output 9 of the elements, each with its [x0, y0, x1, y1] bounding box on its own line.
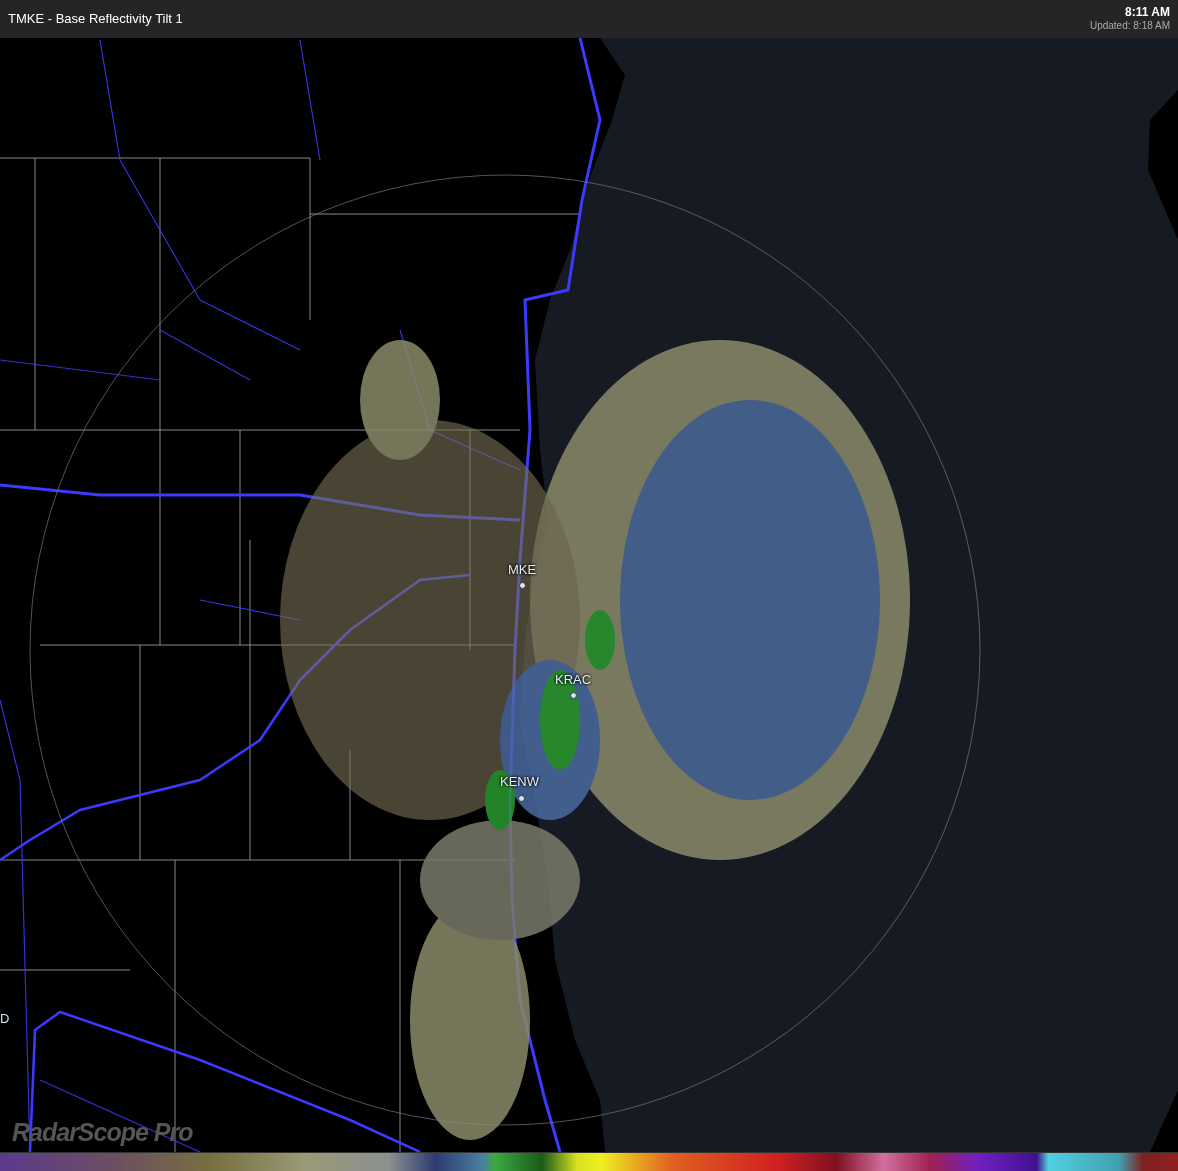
station-dot-icon[interactable] — [518, 795, 525, 802]
station-label: KRAC — [555, 673, 592, 686]
updated-time: Updated: 8:18 AM — [1089, 19, 1170, 32]
station-dot-icon[interactable] — [570, 692, 577, 699]
station-label: MKE — [508, 563, 537, 576]
map-label: D — [0, 1012, 10, 1025]
current-time: 8:11 AM — [1124, 6, 1170, 20]
map-title: TMKE - Base Reflectivity Tilt 1 — [8, 10, 183, 29]
station-dot-icon[interactable] — [519, 582, 526, 589]
